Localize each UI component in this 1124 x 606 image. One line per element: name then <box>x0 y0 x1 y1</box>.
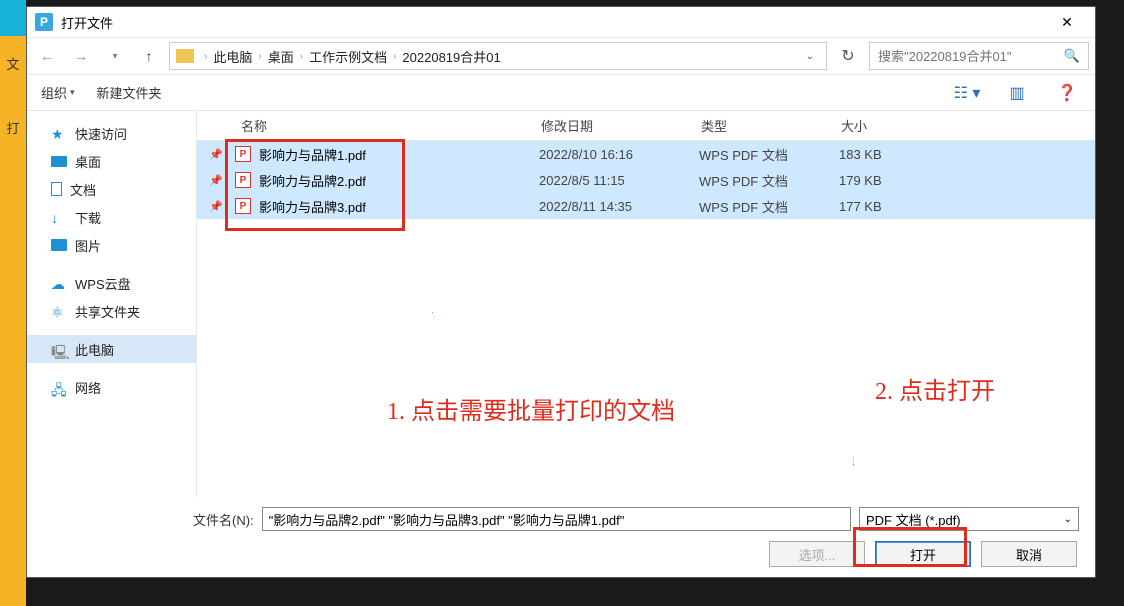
sidebar-item-pictures[interactable]: 图片 <box>27 231 196 259</box>
annotation-text: 1. 点击需要批量打印的文档 <box>387 391 675 426</box>
breadcrumb[interactable]: 工作示例文档 <box>309 47 387 66</box>
pdf-file-icon: P <box>235 198 251 214</box>
network-icon: 🖧 <box>51 380 67 394</box>
pin-icon: 📌 <box>209 174 235 187</box>
breadcrumb[interactable]: 桌面 <box>268 47 294 66</box>
pdf-file-icon: P <box>235 172 251 188</box>
dialog-footer: 文件名(N): PDF 文档 (*.pdf) ⌄ 选项... 打开 取消 <box>27 497 1095 577</box>
options-button[interactable]: 选项... <box>769 541 865 567</box>
forward-button: → <box>67 42 95 70</box>
col-size[interactable]: 大小 <box>841 116 931 135</box>
sidebar-item-shared[interactable]: ⚛ 共享文件夹 <box>27 297 196 325</box>
chevron-down-icon[interactable]: ⌄ <box>806 51 814 62</box>
cancel-button[interactable]: 取消 <box>981 541 1077 567</box>
pin-icon: 📌 <box>209 148 235 161</box>
star-icon: ★ <box>51 126 67 140</box>
document-icon <box>51 182 62 196</box>
annotation-text: 2. 点击打开 <box>875 371 995 406</box>
breadcrumb[interactable]: 此电脑 <box>213 47 252 66</box>
pdf-file-icon: P <box>235 146 251 162</box>
recent-dropdown[interactable]: ▾ <box>101 42 129 70</box>
close-icon[interactable]: ✕ <box>1047 14 1087 31</box>
cloud-icon: ☁ <box>51 276 67 290</box>
share-icon: ⚛ <box>51 304 67 318</box>
preview-pane-button[interactable]: ▥ <box>1003 83 1031 103</box>
sidebar: ★ 快速访问 桌面 文档 ↓ 下载 图片 ☁ WPS云盘 <box>27 111 197 497</box>
pin-icon: 📌 <box>209 200 235 213</box>
sidebar-item-downloads[interactable]: ↓ 下载 <box>27 203 196 231</box>
sidebar-item-network[interactable]: 🖧 网络 <box>27 373 196 401</box>
file-list-area: 名称 修改日期 类型 大小 📌 P 影响力与品牌1.pdf 2022/8/10 … <box>197 111 1095 497</box>
search-box[interactable]: 🔍 <box>869 42 1089 70</box>
file-list: 📌 P 影响力与品牌1.pdf 2022/8/10 16:16 WPS PDF … <box>197 141 1095 219</box>
file-row[interactable]: 📌 P 影响力与品牌2.pdf 2022/8/5 11:15 WPS PDF 文… <box>197 167 1095 193</box>
navigation-bar: ← → ▾ ↑ › 此电脑 › 桌面 › 工作示例文档 › 20220819合并… <box>27 37 1095 75</box>
dialog-title: 打开文件 <box>61 13 113 32</box>
col-name[interactable]: 名称 <box>241 116 541 135</box>
organize-menu[interactable]: 组织▾ <box>41 83 75 102</box>
computer-icon: 🖳 <box>51 342 67 356</box>
file-row[interactable]: 📌 P 影响力与品牌3.pdf 2022/8/11 14:35 WPS PDF … <box>197 193 1095 219</box>
help-icon[interactable]: ❓ <box>1053 83 1081 103</box>
filename-input[interactable] <box>262 507 851 531</box>
back-button[interactable]: ← <box>33 42 61 70</box>
col-type[interactable]: 类型 <box>701 116 841 135</box>
new-folder-button[interactable]: 新建文件夹 <box>97 83 162 102</box>
filetype-select[interactable]: PDF 文档 (*.pdf) ⌄ <box>859 507 1079 531</box>
folder-icon <box>51 156 67 167</box>
search-input[interactable] <box>878 49 1064 64</box>
file-row[interactable]: 📌 P 影响力与品牌1.pdf 2022/8/10 16:16 WPS PDF … <box>197 141 1095 167</box>
search-icon[interactable]: 🔍 <box>1064 48 1080 64</box>
sidebar-item-documents[interactable]: 文档 <box>27 175 196 203</box>
toolbar: 组织▾ 新建文件夹 ☷ ▾ ▥ ❓ <box>27 75 1095 111</box>
up-button[interactable]: ↑ <box>135 42 163 70</box>
sidebar-item-wps-cloud[interactable]: ☁ WPS云盘 <box>27 269 196 297</box>
annotation-arrow <box>852 401 855 497</box>
view-mode-button[interactable]: ☷ ▾ <box>953 83 981 103</box>
annotation-arrow <box>432 241 435 391</box>
background-app-strip: 文 打 <box>0 0 26 606</box>
filename-label: 文件名(N): <box>193 510 254 529</box>
image-icon <box>51 239 67 251</box>
address-bar[interactable]: › 此电脑 › 桌面 › 工作示例文档 › 20220819合并01 ⌄ <box>169 42 827 70</box>
chevron-down-icon: ⌄ <box>1064 514 1072 525</box>
sidebar-item-thispc[interactable]: 🖳 此电脑 <box>27 335 196 363</box>
sidebar-item-quick-access[interactable]: ★ 快速访问 <box>27 119 196 147</box>
open-file-dialog: P 打开文件 ✕ ← → ▾ ↑ › 此电脑 › 桌面 › 工作示例文档 › 2… <box>26 6 1096 578</box>
download-icon: ↓ <box>51 210 67 224</box>
app-icon: P <box>35 13 53 31</box>
col-date[interactable]: 修改日期 <box>541 116 701 135</box>
titlebar: P 打开文件 ✕ <box>27 7 1095 37</box>
open-button[interactable]: 打开 <box>875 541 971 567</box>
folder-icon <box>176 49 194 63</box>
breadcrumb[interactable]: 20220819合并01 <box>402 47 500 66</box>
column-headers[interactable]: 名称 修改日期 类型 大小 <box>197 111 1095 141</box>
refresh-button[interactable]: ↻ <box>833 46 863 66</box>
sidebar-item-desktop[interactable]: 桌面 <box>27 147 196 175</box>
